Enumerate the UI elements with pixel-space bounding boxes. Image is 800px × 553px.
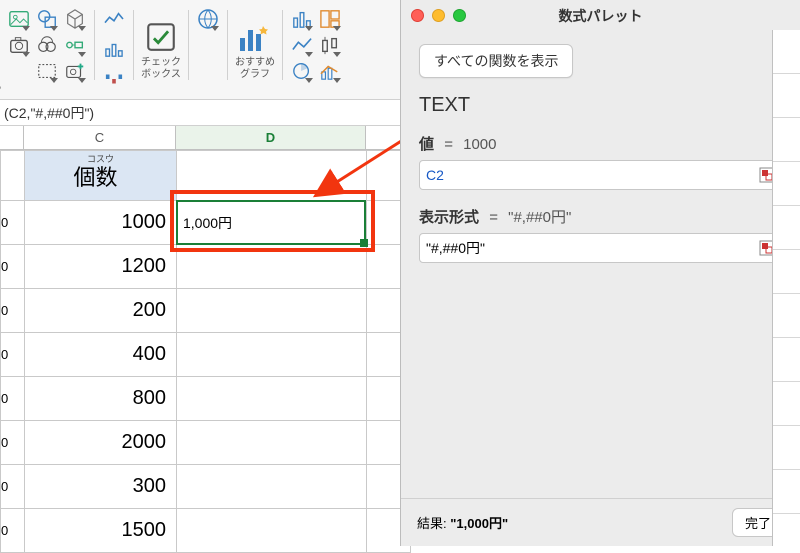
show-all-functions-button[interactable]: すべての関数を表示 <box>419 44 573 78</box>
ribbon-group-checkbox: チェック ボックス <box>136 4 186 96</box>
cell-d2[interactable]: 1,000円 <box>177 201 367 245</box>
header-cell-text: 個数 <box>73 165 117 190</box>
formula-palette-panel: 数式パレット すべての関数を表示 TEXT 値 = 1000 C2 表示形式 =… <box>400 0 800 546</box>
table-row: 02000 <box>1 421 411 465</box>
table-row: 0300 <box>1 465 411 509</box>
line-chart-icon[interactable] <box>289 32 315 58</box>
function-name: TEXT <box>419 94 782 117</box>
palette-footer: 結果: "1,000円" 完了 <box>401 498 800 546</box>
checkbox-label: チェック ボックス <box>141 57 181 81</box>
statistic-chart-icon[interactable] <box>317 32 343 58</box>
ribbon-group-sparklines <box>97 4 131 96</box>
pictures-icon[interactable] <box>6 6 32 32</box>
sparkline-column-icon[interactable] <box>101 36 127 62</box>
arg2-input-text: "#,##0円" <box>426 238 485 258</box>
table-row: 010001,000円 <box>1 201 411 245</box>
ribbon-group-charts <box>285 4 347 96</box>
shapes-icon[interactable] <box>34 6 60 32</box>
result-text: 結果: "1,000円" <box>417 513 508 532</box>
ribbon-separator <box>282 10 283 80</box>
arg2-preview: "#,##0円" <box>508 209 571 226</box>
grid-table[interactable]: コスウ 個数 010001,000円 01200 0200 0400 0800 … <box>0 150 411 553</box>
icons-icon[interactable] <box>34 32 60 58</box>
col-header-c[interactable]: C <box>24 126 176 149</box>
ribbon-separator <box>94 10 95 80</box>
table-row: 0200 <box>1 289 411 333</box>
sparkline-winloss-icon[interactable] <box>101 66 127 92</box>
arg2-label: 表示形式 <box>419 209 479 226</box>
screenshot2-icon[interactable] <box>34 58 60 84</box>
formula-text: (C2,"#,##0円") <box>4 103 94 123</box>
window-zoom-button[interactable] <box>453 9 466 22</box>
col-header-b[interactable] <box>0 126 24 149</box>
ribbon-group-links <box>191 4 225 96</box>
ribbon-separator <box>188 10 189 80</box>
smartart-icon[interactable] <box>62 32 88 58</box>
window-close-button[interactable] <box>411 9 424 22</box>
ruby-text: コスウ <box>25 152 176 165</box>
window-minimize-button[interactable] <box>432 9 445 22</box>
ribbon-separator <box>133 10 134 80</box>
hierarchy-chart-icon[interactable] <box>317 6 343 32</box>
arg1-input[interactable]: C2 <box>419 160 782 190</box>
ribbon-group-recommended-charts: おすすめ グラフ <box>230 4 280 96</box>
palette-titlebar: 数式パレット <box>401 0 800 30</box>
table-row: 0400 <box>1 333 411 377</box>
camera-icon[interactable] <box>6 32 32 58</box>
3d-models-icon[interactable] <box>62 6 88 32</box>
background-grid <box>772 30 800 546</box>
link-icon[interactable] <box>195 6 221 32</box>
arg1-input-text: C2 <box>426 167 444 183</box>
ribbon-group-insert-media: 像から <box>2 4 92 96</box>
arg1-row: 値 = 1000 <box>419 133 782 154</box>
recommended-charts-button[interactable] <box>234 19 276 55</box>
arg2-input[interactable]: "#,##0円" <box>419 233 782 263</box>
pie-chart-icon[interactable] <box>289 58 315 84</box>
recommended-charts-label: おすすめ グラフ <box>235 57 275 81</box>
checkbox-button[interactable] <box>140 19 182 55</box>
arg2-row: 表示形式 = "#,##0円" <box>419 206 782 227</box>
sparkline-line-icon[interactable] <box>101 6 127 32</box>
col-header-d[interactable]: D <box>176 126 366 149</box>
table-row: 01200 <box>1 245 411 289</box>
table-row: 0800 <box>1 377 411 421</box>
ribbon-group-label: 像から <box>0 82 2 94</box>
table-header-row: コスウ 個数 <box>1 151 411 201</box>
camera-plus-icon[interactable] <box>62 58 88 84</box>
column-chart-icon[interactable] <box>289 6 315 32</box>
header-cell-c[interactable]: コスウ 個数 <box>25 151 177 201</box>
ribbon-separator <box>227 10 228 80</box>
combo-chart-icon[interactable] <box>317 58 343 84</box>
arg1-label: 値 <box>419 136 434 153</box>
arg1-preview: 1000 <box>463 136 496 153</box>
